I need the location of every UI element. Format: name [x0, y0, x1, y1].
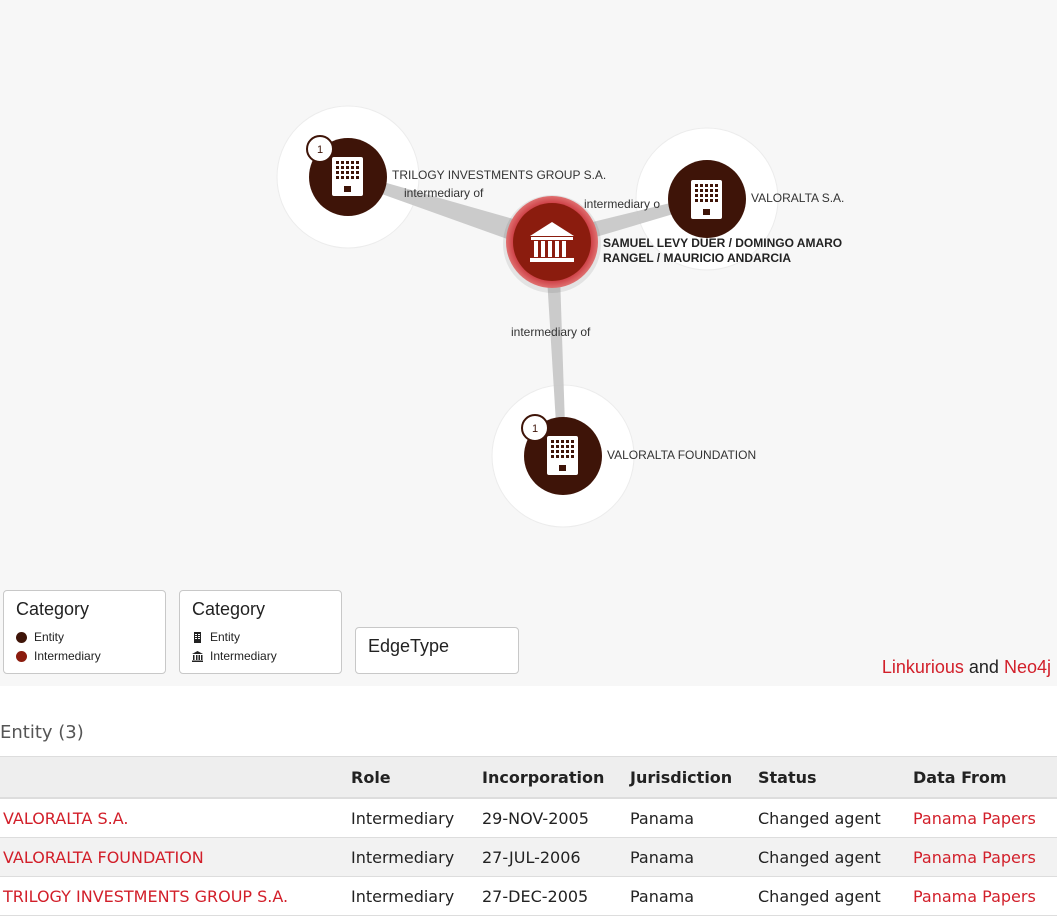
cell-jurisdiction: Panama: [630, 876, 758, 916]
legend-item-intermediary: Intermediary: [192, 649, 277, 663]
count-badge: 1: [306, 135, 334, 163]
legend-item-entity: Entity: [192, 630, 240, 644]
building-icon: [194, 631, 201, 643]
cell-status: Changed agent: [758, 876, 913, 916]
cell-jurisdiction: Panama: [630, 837, 758, 877]
cell-jurisdiction: Panama: [630, 798, 758, 838]
table-row: TRILOGY INVESTMENTS GROUP S.A. Intermedi…: [0, 876, 1057, 916]
table-header-row: Role Incorporation Jurisdiction Status D…: [0, 756, 1057, 799]
legend-category-colors: Category Entity Intermediary: [3, 590, 166, 674]
cell-name: VALORALTA FOUNDATION: [0, 837, 351, 877]
entity-table: Role Incorporation Jurisdiction Status D…: [0, 756, 1057, 916]
node-label-valoralta-sa: VALORALTA S.A.: [751, 191, 845, 205]
edge-label-foundation: intermediary of: [511, 325, 591, 339]
column-header-data-from: Data From: [913, 756, 1057, 799]
column-header-role: Role: [351, 756, 482, 799]
entity-link[interactable]: TRILOGY INVESTMENTS GROUP S.A.: [3, 887, 288, 906]
graph-canvas[interactable]: 1 1 TRILOGY INVESTMENTS GROUP S.A. inter…: [0, 0, 1057, 686]
count-badge: 1: [521, 414, 549, 442]
column-header-incorporation: Incorporation: [482, 756, 630, 799]
node-valoralta-sa[interactable]: [668, 160, 746, 238]
neo4j-link[interactable]: Neo4j: [1004, 657, 1051, 677]
edge-label-valoralta-sa: intermediary o: [584, 197, 661, 211]
cell-source: Panama Papers: [913, 798, 1057, 838]
cell-status: Changed agent: [758, 798, 913, 838]
entity-link[interactable]: VALORALTA FOUNDATION: [3, 848, 204, 867]
entity-color-dot: [16, 631, 27, 643]
source-link[interactable]: Panama Papers: [913, 809, 1036, 828]
column-header-status: Status: [758, 756, 913, 799]
source-link[interactable]: Panama Papers: [913, 848, 1036, 867]
source-link[interactable]: Panama Papers: [913, 887, 1036, 906]
legend-title: Category: [16, 599, 90, 619]
legend-item-label: Intermediary: [210, 649, 277, 663]
node-label-foundation: VALORALTA FOUNDATION: [607, 448, 757, 462]
cell-source: Panama Papers: [913, 876, 1057, 916]
graph-svg[interactable]: 1 1: [0, 0, 1057, 686]
legend-title: Category: [192, 599, 266, 619]
entity-link[interactable]: VALORALTA S.A.: [3, 809, 128, 828]
cell-incorporation: 27-DEC-2005: [482, 876, 630, 916]
node-label-center: SAMUEL LEVY DUER / DOMINGO AMARO RANGEL …: [603, 236, 843, 265]
legend-title: EdgeType: [368, 636, 450, 656]
svg-text:1: 1: [317, 144, 323, 156]
cell-name: VALORALTA S.A.: [0, 798, 351, 838]
node-label-trilogy: TRILOGY INVESTMENTS GROUP S.A.: [392, 168, 607, 182]
column-header-jurisdiction: Jurisdiction: [630, 756, 758, 799]
bank-icon: [192, 650, 203, 662]
svg-text:1: 1: [532, 423, 538, 435]
legend-item-label: Entity: [34, 630, 65, 644]
edge-label-trilogy: intermediary of: [404, 186, 484, 200]
section-title: Entity (3): [0, 722, 84, 743]
cell-role: Intermediary: [351, 837, 482, 877]
cell-incorporation: 29-NOV-2005: [482, 798, 630, 838]
table-row: VALORALTA S.A. Intermediary 29-NOV-2005 …: [0, 798, 1057, 838]
legend-item-entity: Entity: [16, 630, 64, 644]
legend-edge-type: EdgeType: [355, 627, 519, 674]
credits-and: and: [968, 657, 999, 677]
cell-status: Changed agent: [758, 837, 913, 877]
linkurious-link[interactable]: Linkurious: [882, 657, 964, 677]
legend-item-intermediary: Intermediary: [16, 649, 101, 663]
table-row: VALORALTA FOUNDATION Intermediary 27-JUL…: [0, 837, 1057, 877]
legend-item-label: Intermediary: [34, 649, 101, 663]
intermediary-color-dot: [16, 650, 27, 662]
credits: Linkurious and Neo4j: [882, 657, 1051, 678]
legend-category-icons: Category Entity Intermediary: [179, 590, 342, 674]
cell-name: TRILOGY INVESTMENTS GROUP S.A.: [0, 876, 351, 916]
cell-incorporation: 27-JUL-2006: [482, 837, 630, 877]
cell-source: Panama Papers: [913, 837, 1057, 877]
legend-item-label: Entity: [210, 630, 241, 644]
cell-role: Intermediary: [351, 798, 482, 838]
cell-role: Intermediary: [351, 876, 482, 916]
column-header-name: [0, 756, 351, 799]
